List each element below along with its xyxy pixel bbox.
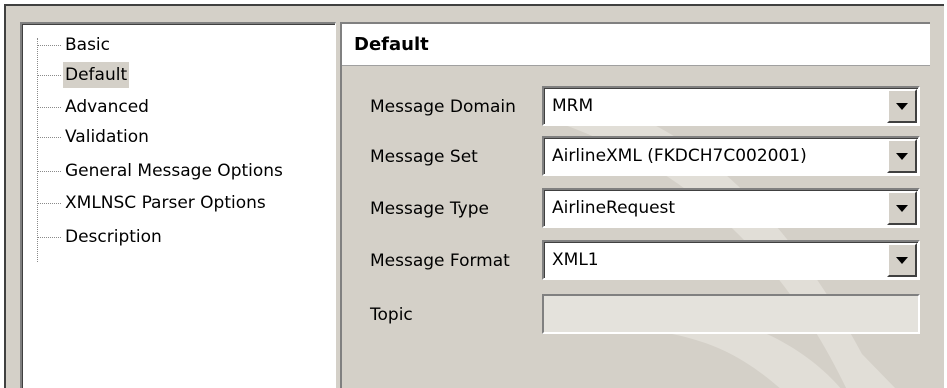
message-domain-row: Message Domain MRM xyxy=(342,86,930,128)
message-set-value: AirlineXML (FKDCH7C002001) xyxy=(552,146,807,166)
message-format-row: Message Format XML1 xyxy=(342,240,930,282)
message-type-label: Message Type xyxy=(370,199,489,219)
tree-item-label: Default xyxy=(63,62,130,88)
tree-item-validation[interactable]: Validation xyxy=(37,122,151,152)
tree-item-description[interactable]: Description xyxy=(37,222,164,252)
tree-item-label: Validation xyxy=(65,127,149,147)
topic-field[interactable] xyxy=(542,294,920,334)
message-type-dropdown-button[interactable] xyxy=(887,191,917,225)
chevron-down-icon xyxy=(896,204,908,212)
tree-branch-line xyxy=(37,170,61,172)
message-set-dropdown-button[interactable] xyxy=(887,139,917,173)
tree-item-label: XMLNSC Parser Options xyxy=(65,193,266,213)
tree-branch-line xyxy=(37,136,61,138)
tree-branch-line xyxy=(37,106,61,108)
message-domain-value: MRM xyxy=(552,96,594,116)
message-format-dropdown-button[interactable] xyxy=(887,243,917,277)
tree-branch-line xyxy=(37,202,61,204)
tree-item-label: Basic xyxy=(65,35,111,55)
tree-item-label: General Message Options xyxy=(65,161,283,181)
property-tree: Basic Default Advanced Validation Genera… xyxy=(20,22,336,388)
message-format-value: XML1 xyxy=(552,250,599,270)
properties-window: Basic Default Advanced Validation Genera… xyxy=(0,0,947,388)
tree-item-default[interactable]: Default xyxy=(37,60,130,90)
message-type-value: AirlineRequest xyxy=(552,198,676,218)
chevron-down-icon xyxy=(896,102,908,110)
tree-item-label: Description xyxy=(65,227,162,247)
message-set-select[interactable]: AirlineXML (FKDCH7C002001) xyxy=(542,136,920,176)
message-format-select[interactable]: XML1 xyxy=(542,240,920,280)
tree-item-advanced[interactable]: Advanced xyxy=(37,92,151,122)
tree-item-xmlnsc-parser-options[interactable]: XMLNSC Parser Options xyxy=(37,188,268,218)
tree-branch-line xyxy=(37,74,61,76)
tree-item-label: Advanced xyxy=(65,97,149,117)
message-domain-select[interactable]: MRM xyxy=(542,86,920,126)
message-domain-dropdown-button[interactable] xyxy=(887,89,917,123)
chevron-down-icon xyxy=(896,256,908,264)
tree-branch-line xyxy=(37,44,61,46)
tree-branch-line xyxy=(37,236,61,238)
message-format-label: Message Format xyxy=(370,251,510,271)
message-set-label: Message Set xyxy=(370,147,478,167)
topic-label: Topic xyxy=(370,305,413,325)
property-page: Default Message Domain MRM Message Set A… xyxy=(340,22,930,388)
page-title: Default xyxy=(342,24,930,66)
message-domain-label: Message Domain xyxy=(370,97,516,117)
chevron-down-icon xyxy=(896,152,908,160)
tree-item-general-message-options[interactable]: General Message Options xyxy=(37,156,285,186)
message-type-select[interactable]: AirlineRequest xyxy=(542,188,920,228)
tree-item-basic[interactable]: Basic xyxy=(37,30,112,60)
message-set-row: Message Set AirlineXML (FKDCH7C002001) xyxy=(342,136,930,178)
message-type-row: Message Type AirlineRequest xyxy=(342,188,930,230)
topic-row: Topic xyxy=(342,294,930,336)
